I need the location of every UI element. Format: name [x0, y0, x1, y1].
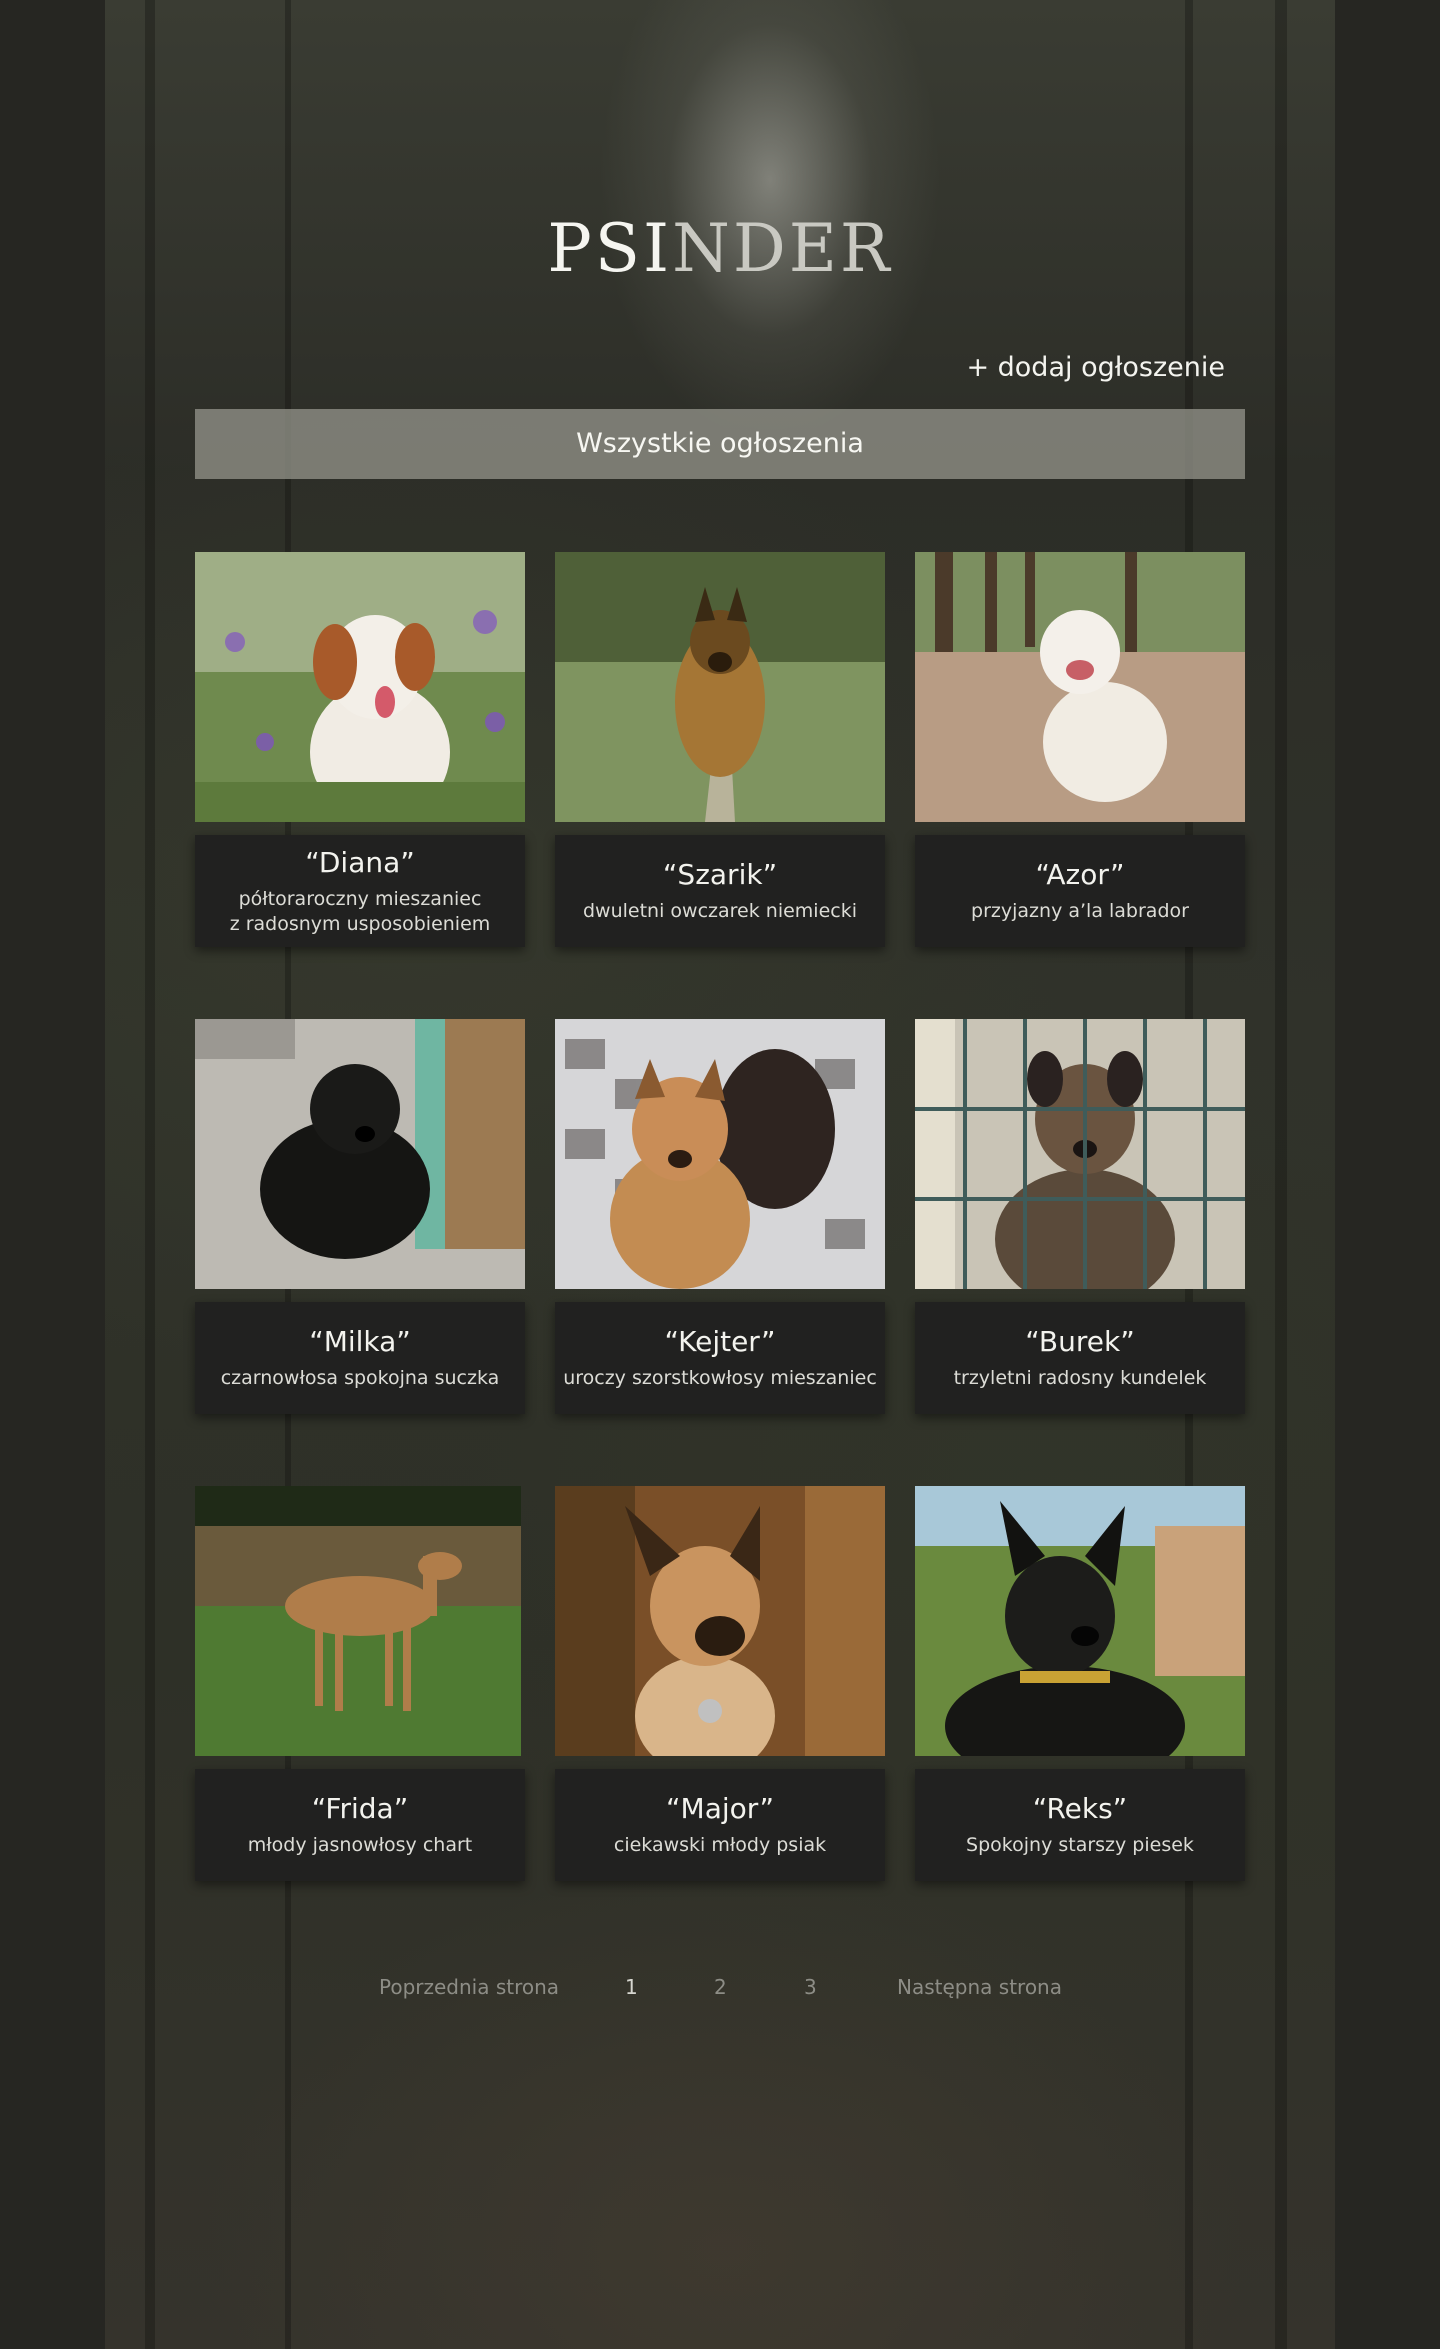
- next-page-link[interactable]: Następna strona: [897, 1975, 1062, 1999]
- all-listings-filter[interactable]: Wszystkie ogłoszenia: [195, 409, 1245, 479]
- dog-name: “Frida”: [311, 1792, 409, 1825]
- dog-name: “Burek”: [1025, 1325, 1135, 1358]
- dog-name: “Azor”: [1035, 858, 1125, 891]
- dog-photo-major: [555, 1486, 885, 1756]
- dog-description: dwuletni owczarek niemiecki: [583, 900, 857, 922]
- prev-page-link[interactable]: Poprzednia strona: [379, 1975, 559, 1999]
- listing-caption: “Szarik” dwuletni owczarek niemiecki: [555, 835, 885, 947]
- dog-description: młody jasnowłosy chart: [247, 1834, 473, 1856]
- dog-description: trzyletni radosny kundelek: [953, 1367, 1207, 1389]
- dog-photo-azor: [915, 552, 1245, 822]
- logo-text-bold: PSI: [547, 210, 673, 287]
- listing-caption: “Diana” półtoraroczny mieszaniec z rados…: [195, 835, 525, 947]
- dog-description: czarnowłosa spokojna suczka: [220, 1367, 500, 1389]
- dog-name: “Diana”: [305, 845, 415, 879]
- page-link-2[interactable]: 2: [714, 1975, 727, 1999]
- dog-photo-milka: [195, 1019, 525, 1289]
- dog-photo-kejter: [555, 1019, 885, 1289]
- page-link-3[interactable]: 3: [804, 1975, 817, 1999]
- add-listing-link[interactable]: + dodaj ogłoszenie: [966, 352, 1225, 383]
- dog-name: “Kejter”: [664, 1325, 776, 1358]
- pagination: Poprzednia strona 1 2 3 Następna strona: [0, 1975, 1440, 2005]
- listing-caption: “Major” ciekawski młody psiak: [555, 1769, 885, 1881]
- dog-photo-burek: [915, 1019, 1245, 1289]
- dog-description: półtoraroczny mieszaniec z radosnym uspo…: [229, 887, 491, 935]
- listing-caption: “Reks” Spokojny starszy piesek: [915, 1769, 1245, 1881]
- dog-name: “Reks”: [1032, 1792, 1128, 1825]
- dog-photo-frida: [195, 1486, 521, 1756]
- dog-name: “Major”: [666, 1792, 774, 1825]
- listing-caption: “Kejter” uroczy szorstkowłosy mieszaniec: [555, 1302, 885, 1414]
- listing-caption: “Azor” przyjazny a’la labrador: [915, 835, 1245, 947]
- dog-name: “Milka”: [309, 1325, 411, 1358]
- listing-caption: “Burek” trzyletni radosny kundelek: [915, 1302, 1245, 1414]
- logo-text-light: NDER: [672, 210, 893, 287]
- dog-photo-diana: [195, 552, 525, 822]
- dog-photo-reks: [915, 1486, 1245, 1756]
- listing-caption: “Frida” młody jasnowłosy chart: [195, 1769, 525, 1881]
- dog-name: “Szarik”: [662, 858, 778, 891]
- dog-description: uroczy szorstkowłosy mieszaniec: [563, 1367, 877, 1389]
- page-link-1[interactable]: 1: [625, 1975, 638, 1999]
- dog-description: Spokojny starszy piesek: [966, 1834, 1194, 1856]
- dog-photo-szarik: [555, 552, 885, 822]
- site-logo[interactable]: PSINDER: [105, 210, 1335, 287]
- dog-description: ciekawski młody psiak: [613, 1834, 827, 1856]
- listing-caption: “Milka” czarnowłosa spokojna suczka: [195, 1302, 525, 1414]
- dog-description: przyjazny a’la labrador: [971, 900, 1189, 922]
